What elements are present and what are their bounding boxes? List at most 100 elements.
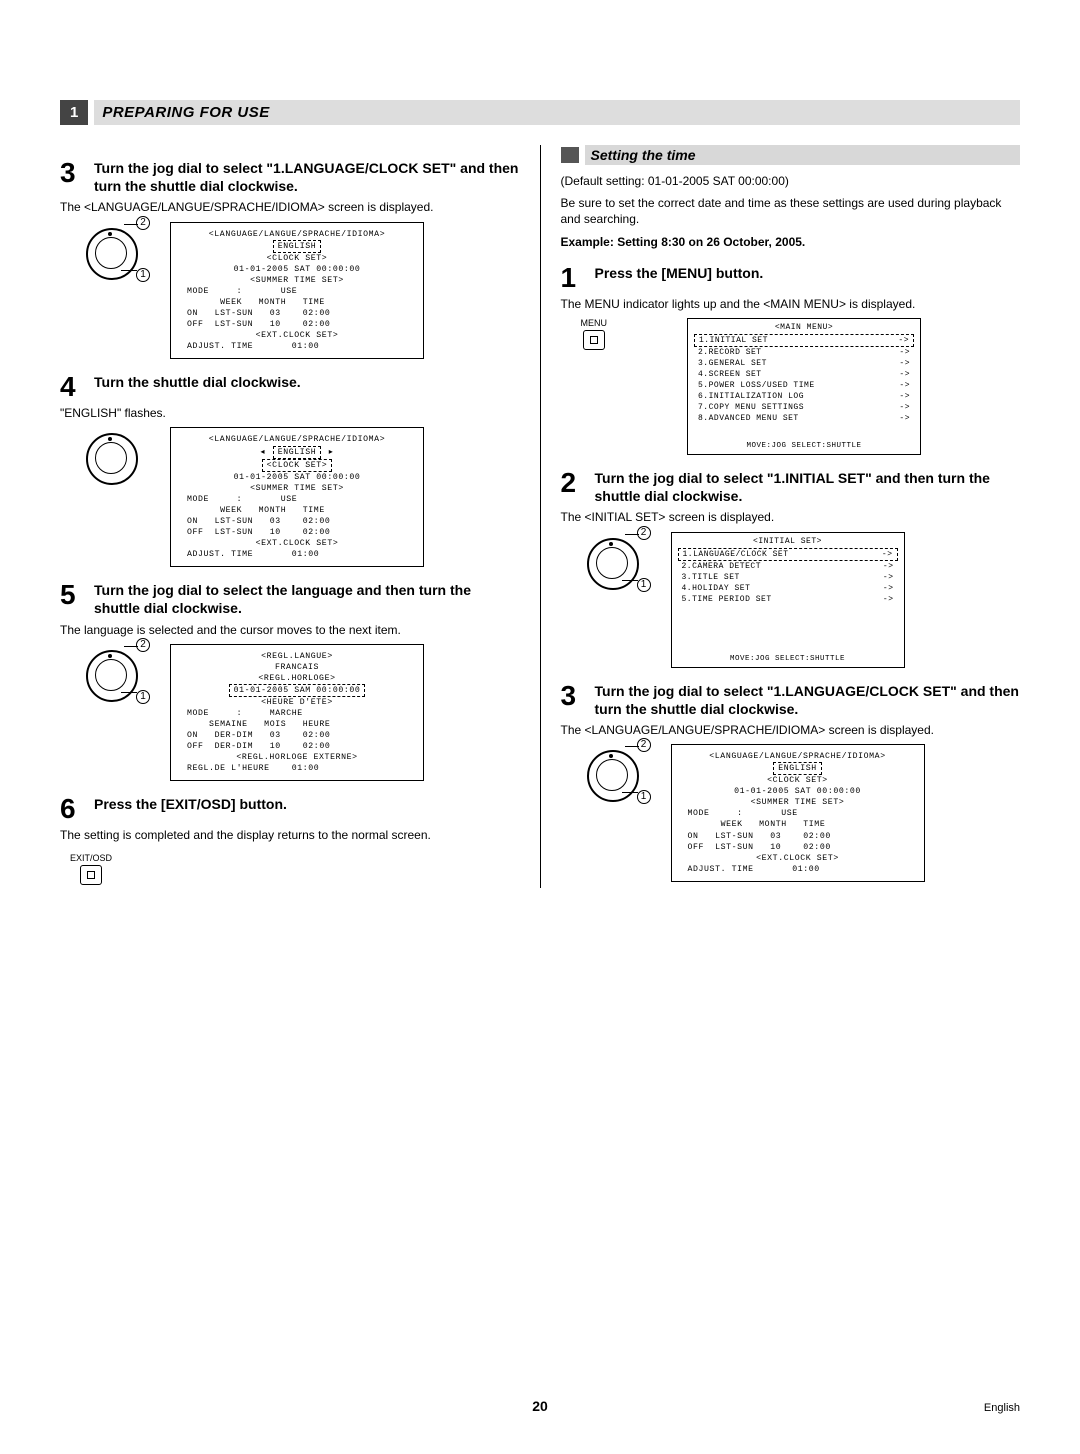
left-step-6: 6 Press the [EXIT/OSD] button.: [60, 795, 520, 823]
figure-row: 2 1 <LANGUAGE/LANGUE/SPRACHE/IDIOMA> ENG…: [80, 222, 520, 360]
menu-item: 7.COPY MENU SETTINGS->: [694, 402, 914, 413]
menu-item: 8.ADVANCED MENU SET->: [694, 413, 914, 424]
osd-clock-set: <REGL.HORLOGE>: [177, 673, 417, 684]
step-body: The setting is completed and the display…: [60, 827, 520, 843]
osd-language: FRANCAIS: [177, 662, 417, 673]
step-title: Turn the jog dial to select the language…: [94, 581, 520, 617]
callout-1: 1: [637, 578, 651, 592]
step-number: 1: [561, 264, 583, 292]
menu-button-icon: MENU: [581, 318, 608, 350]
button-label: EXIT/OSD: [70, 853, 112, 863]
menu-item: 4.SCREEN SET->: [694, 369, 914, 380]
figure-row: 2 1 <REGL.LANGUE> FRANCAIS <REGL.HORLOGE…: [80, 644, 520, 782]
osd-screen: <LANGUAGE/LANGUE/SPRACHE/IDIOMA> ◂ ENGLI…: [170, 427, 424, 567]
step-number: 3: [561, 682, 583, 710]
osd-summer: <SUMMER TIME SET>: [177, 275, 417, 286]
menu-item: 2.RECORD SET->: [694, 347, 914, 358]
step-title: Turn the jog dial to select "1.INITIAL S…: [595, 469, 1021, 505]
right-step-3: 3 Turn the jog dial to select "1.LANGUAG…: [561, 682, 1021, 718]
menu-item-selected: 1.LANGUAGE/CLOCK SET->: [678, 548, 898, 561]
osd-on: ON DER-DIM 03 02:00: [177, 730, 417, 741]
left-step-5: 5 Turn the jog dial to select the langua…: [60, 581, 520, 617]
exit-osd-button-icon: EXIT/OSD: [70, 853, 112, 885]
jog-shuttle-dial-icon: 2 1: [581, 744, 651, 804]
step-number: 4: [60, 373, 82, 401]
callout-1: 1: [136, 268, 150, 282]
osd-clock-set: <CLOCK SET>: [678, 775, 918, 786]
osd-ext: <EXT.CLOCK SET>: [177, 538, 417, 549]
callout-1: 1: [136, 690, 150, 704]
osd-hdr: SEMAINE MOIS HEURE: [177, 719, 417, 730]
intro-note: Be sure to set the correct date and time…: [561, 195, 1021, 227]
menu-item: 3.TITLE SET->: [678, 572, 898, 583]
step-title: Press the [MENU] button.: [595, 264, 764, 282]
left-step-3: 3 Turn the jog dial to select "1.LANGUAG…: [60, 159, 520, 195]
osd-language-selected: ENGLISH: [273, 446, 322, 459]
osd-ext: <EXT.CLOCK SET>: [177, 330, 417, 341]
osd-off: OFF DER-DIM 10 02:00: [177, 741, 417, 752]
menu-title: <MAIN MENU>: [694, 323, 914, 332]
osd-hdr: WEEK MONTH TIME: [678, 819, 918, 830]
left-step-4: 4 Turn the shuttle dial clockwise.: [60, 373, 520, 401]
intro-default: (Default setting: 01-01-2005 SAT 00:00:0…: [561, 173, 1021, 189]
initial-set-screen: <INITIAL SET> 1.LANGUAGE/CLOCK SET-> 2.C…: [671, 532, 905, 668]
osd-date: 01-01-2005 SAT 00:00:00: [177, 472, 417, 483]
step-body: The <LANGUAGE/LANGUE/SPRACHE/IDIOMA> scr…: [561, 722, 1021, 738]
osd-screen: <LANGUAGE/LANGUE/SPRACHE/IDIOMA> ENGLISH…: [170, 222, 424, 360]
osd-summer: <HEURE D'ETE>: [177, 697, 417, 708]
step-title: Turn the jog dial to select "1.LANGUAGE/…: [595, 682, 1021, 718]
osd-summer: <SUMMER TIME SET>: [177, 483, 417, 494]
osd-title: <LANGUAGE/LANGUE/SPRACHE/IDIOMA>: [177, 229, 417, 240]
osd-adj: ADJUST. TIME 01:00: [177, 341, 417, 352]
step-number: 6: [60, 795, 82, 823]
step-body: The MENU indicator lights up and the <MA…: [561, 296, 1021, 312]
figure-row: <LANGUAGE/LANGUE/SPRACHE/IDIOMA> ◂ ENGLI…: [80, 427, 520, 567]
menu-item: 3.GENERAL SET->: [694, 358, 914, 369]
osd-clock-set: <CLOCK SET>: [262, 459, 333, 472]
osd-language-selected: ENGLISH: [273, 240, 322, 253]
osd-date-selected: 01-01-2005 SAM 00:00:00: [229, 684, 366, 697]
step-number: 3: [60, 159, 82, 187]
menu-item-selected: 1.INITIAL SET->: [694, 334, 914, 347]
menu-item: 4.HOLIDAY SET->: [678, 583, 898, 594]
callout-2: 2: [637, 526, 651, 540]
callout-2: 2: [637, 738, 651, 752]
osd-date: 01-01-2005 SAT 00:00:00: [678, 786, 918, 797]
osd-language-selected: ENGLISH: [773, 762, 822, 775]
osd-ext: <EXT.CLOCK SET>: [678, 853, 918, 864]
osd-date: 01-01-2005 SAT 00:00:00: [177, 264, 417, 275]
osd-adj: REGL.DE L'HEURE 01:00: [177, 763, 417, 774]
osd-screen: <REGL.LANGUE> FRANCAIS <REGL.HORLOGE> 01…: [170, 644, 424, 782]
osd-title: <LANGUAGE/LANGUE/SPRACHE/IDIOMA>: [177, 434, 417, 445]
osd-summer: <SUMMER TIME SET>: [678, 797, 918, 808]
jog-shuttle-dial-icon: 2 1: [80, 644, 150, 704]
jog-shuttle-dial-icon: 2 1: [80, 222, 150, 282]
osd-hdr: WEEK MONTH TIME: [177, 505, 417, 516]
button-label: MENU: [581, 318, 608, 328]
step-title: Turn the shuttle dial clockwise.: [94, 373, 301, 391]
callout-1: 1: [637, 790, 651, 804]
osd-off: OFF LST-SUN 10 02:00: [678, 842, 918, 853]
menu-item: 2.CAMERA DETECT->: [678, 561, 898, 572]
osd-screen: <LANGUAGE/LANGUE/SPRACHE/IDIOMA> ENGLISH…: [671, 744, 925, 882]
osd-on: ON LST-SUN 03 02:00: [177, 308, 417, 319]
menu-hint: MOVE:JOG SELECT:SHUTTLE: [678, 655, 898, 663]
footer-language: English: [984, 1402, 1020, 1414]
osd-mode: MODE : MARCHE: [177, 708, 417, 719]
manual-page: 1 PREPARING FOR USE OPERATION 3 Turn the…: [0, 0, 1080, 1454]
osd-clock-set: <CLOCK SET>: [177, 253, 417, 264]
step-number: 5: [60, 581, 82, 609]
osd-adj: ADJUST. TIME 01:00: [678, 864, 918, 875]
menu-title: <INITIAL SET>: [678, 537, 898, 546]
figure-row: 2 1 <LANGUAGE/LANGUE/SPRACHE/IDIOMA> ENG…: [581, 744, 1021, 882]
step-title: Press the [EXIT/OSD] button.: [94, 795, 287, 813]
osd-title: <REGL.LANGUE>: [177, 651, 417, 662]
subheading: Setting the time: [561, 145, 1021, 165]
step-body: The language is selected and the cursor …: [60, 622, 520, 638]
osd-on: ON LST-SUN 03 02:00: [177, 516, 417, 527]
figure-row: 2 1 <INITIAL SET> 1.LANGUAGE/CLOCK SET->…: [581, 532, 1021, 668]
section-number: 1: [60, 100, 88, 125]
osd-adj: ADJUST. TIME 01:00: [177, 549, 417, 560]
section-title: PREPARING FOR USE: [94, 100, 1020, 125]
jog-shuttle-dial-icon: 2 1: [581, 532, 651, 592]
